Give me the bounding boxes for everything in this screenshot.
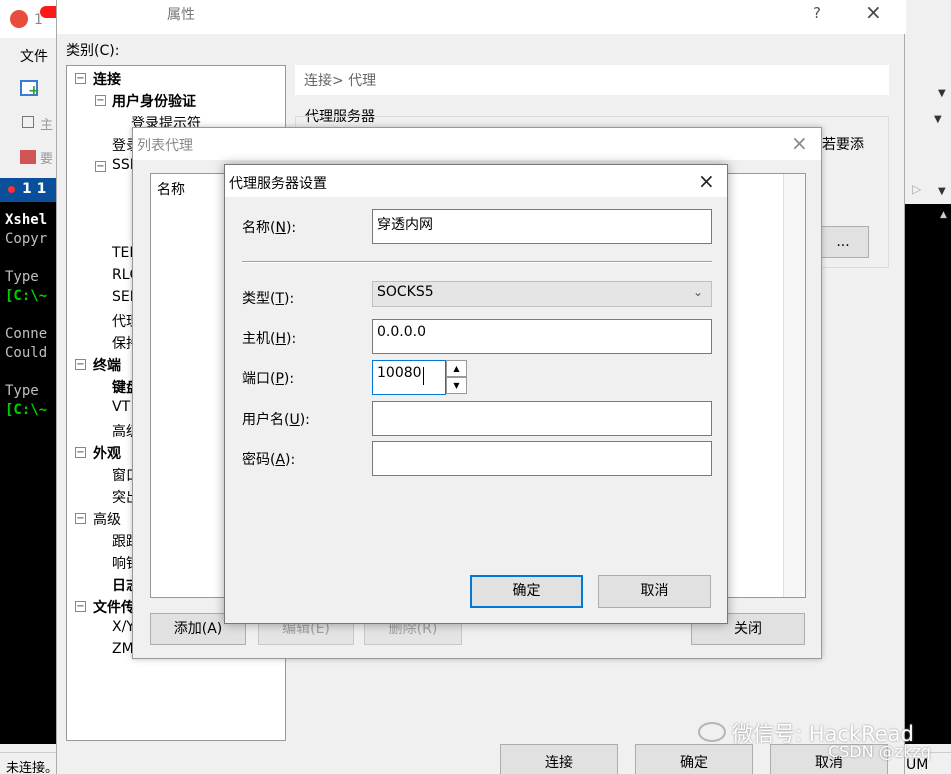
tree-expander-icon[interactable]: − [75, 447, 86, 458]
tree-item[interactable]: 用户身份验证 [112, 91, 196, 111]
dropdown-arrow-icon[interactable]: ▼ [934, 114, 942, 125]
breadcrumb-text: 连接> 代理 [304, 73, 377, 89]
watermark-csdn: CSDN @zkzq [828, 742, 931, 761]
app-logo-icon [10, 10, 28, 28]
category-label: 类别(C): [66, 43, 120, 59]
terminal-line-2: Type [5, 269, 39, 285]
list-proxy-titlebar [133, 128, 821, 160]
cancel-label: 取消 [640, 583, 669, 599]
password-input[interactable] [372, 441, 712, 476]
close-icon[interactable]: × [791, 133, 808, 153]
list-scrollbar[interactable] [783, 174, 805, 597]
username-label: 用户名(U): [242, 412, 310, 428]
username-input[interactable] [372, 401, 712, 436]
properties-title: 属性 [167, 7, 195, 23]
connect-label: 连接 [545, 755, 573, 771]
ok-button[interactable]: 确定 [635, 744, 753, 774]
status-text: 未连接。 [6, 761, 59, 774]
connect-button[interactable]: 连接 [500, 744, 618, 774]
dropdown-arrow-icon[interactable]: ▼ [938, 88, 946, 99]
stepper-up-icon[interactable]: ▲ [446, 360, 467, 377]
port-input[interactable]: 10080 [372, 360, 446, 395]
tree-expander-icon[interactable]: − [75, 513, 86, 524]
host-label: 主机(H): [242, 331, 297, 347]
menu-file[interactable]: 文件 [20, 46, 48, 66]
proxy-settings-dialog: 代理服务器设置 × 名称(N): 穿透内网 类型(T): SOCKS5 ⌄ 主机… [224, 164, 728, 624]
ok-button[interactable]: 确定 [470, 575, 583, 608]
wechat-icon [698, 722, 726, 742]
scroll-right-icon[interactable]: ▷ [912, 182, 921, 196]
tree-expander-icon[interactable]: − [75, 73, 86, 84]
session-tab-label: 1 1 [22, 181, 47, 197]
close-icon[interactable]: × [865, 2, 882, 22]
type-select[interactable]: SOCKS5 ⌄ [372, 281, 712, 307]
dropdown-arrow-icon[interactable]: ▼ [938, 186, 946, 197]
type-label: 类型(T): [242, 291, 295, 307]
bg-menubar: 文件 [0, 40, 64, 70]
tree-expander-icon[interactable]: − [95, 161, 106, 172]
bookmark-char: 要 [40, 152, 54, 167]
password-label: 密码(A): [242, 452, 296, 468]
help-button[interactable]: ? [813, 4, 821, 22]
terminal-line-3: [C:\~ [5, 288, 48, 304]
name-label: 名称(N): [242, 220, 297, 236]
cancel-button[interactable]: 取消 [598, 575, 711, 608]
port-label: 端口(P): [242, 371, 295, 387]
tree-expander-icon[interactable]: − [75, 359, 86, 370]
tree-item[interactable]: 高级 [93, 509, 121, 529]
host-input[interactable]: 0.0.0.0 [372, 319, 712, 354]
terminal-line-0: Xshel [5, 212, 48, 228]
close-label: 关闭 [734, 621, 762, 637]
tree-item[interactable]: 终端 [93, 355, 121, 375]
address-char: 主 [40, 118, 54, 133]
tree-item[interactable]: VT [112, 399, 130, 415]
column-header-name[interactable]: 名称 [157, 179, 185, 199]
tree-expander-icon[interactable]: − [75, 601, 86, 612]
tree-item[interactable]: ZM [112, 641, 134, 657]
proxy-settings-title: 代理服务器设置 [229, 176, 327, 192]
new-session-icon[interactable]: + [20, 80, 40, 98]
terminal-line-1: Copyr [5, 231, 48, 247]
close-icon[interactable]: × [698, 171, 715, 191]
ok-label: 确定 [512, 583, 541, 599]
bookmark-icon[interactable] [20, 150, 36, 164]
scroll-up-icon[interactable]: ▲ [940, 210, 947, 220]
separator [242, 261, 712, 263]
terminal-line-6: Type [5, 383, 39, 399]
terminal-line-7: [C:\~ [5, 402, 48, 418]
add-label: 添加(A) [173, 621, 223, 637]
tree-expander-icon[interactable]: − [95, 95, 106, 106]
name-input[interactable]: 穿透内网 [372, 209, 712, 244]
terminal-line-5: Could [5, 345, 48, 361]
tree-item[interactable]: 文件传 [93, 597, 135, 617]
breadcrumb: 连接> 代理 [295, 65, 889, 95]
bg-right-terminal [905, 204, 951, 744]
browse-label: ... [836, 234, 850, 250]
port-stepper[interactable]: ▲ ▼ [446, 360, 467, 395]
ok-label: 确定 [680, 755, 708, 771]
section-partial-text: 若要添 [822, 137, 864, 153]
bg-title-fragment: 1 [34, 12, 43, 28]
browse-button[interactable]: ... [817, 226, 869, 258]
tree-item[interactable]: 连接 [93, 69, 121, 89]
lock-icon [22, 116, 34, 128]
chevron-down-icon: ⌄ [692, 285, 703, 299]
terminal-line-4: Conne [5, 326, 48, 342]
list-proxy-title: 列表代理 [137, 138, 193, 154]
tree-item[interactable]: 外观 [93, 443, 121, 463]
status-dot-icon [8, 186, 15, 193]
stepper-down-icon[interactable]: ▼ [446, 377, 467, 394]
